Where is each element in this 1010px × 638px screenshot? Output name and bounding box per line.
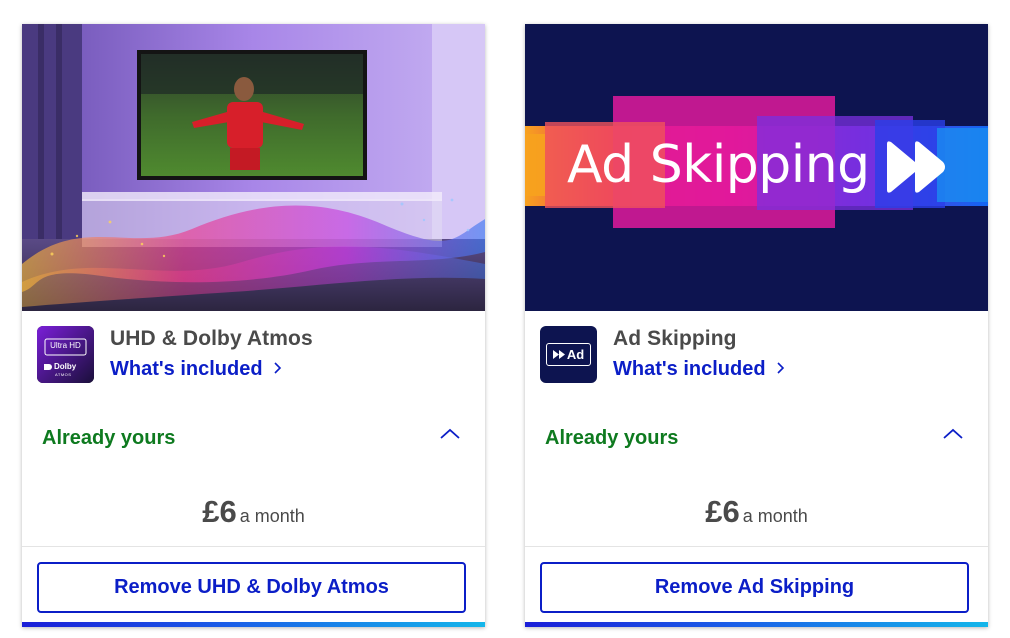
product-title: Ad Skipping (613, 327, 737, 350)
price-period: a month (742, 506, 808, 526)
status-label: Already yours (545, 427, 679, 449)
fast-forward-icon (883, 140, 949, 194)
collapse-toggle[interactable] (437, 424, 463, 448)
tile-atmos-text: ATMOS (55, 372, 72, 377)
price-amount: £6 (705, 494, 740, 529)
tile-dolby-text: Dolby (54, 362, 77, 371)
status-label: Already yours (42, 427, 176, 449)
chevron-up-icon (439, 427, 461, 445)
remove-ad-skipping-button[interactable]: Remove Ad Skipping (540, 562, 969, 613)
chevron-right-icon (273, 358, 282, 381)
price-amount: £6 (202, 494, 237, 529)
tile-ad-text: Ad (566, 347, 585, 362)
price-period: a month (239, 506, 305, 526)
product-card-ad-skipping: Ad Skipping Ad Ad Skipping What's includ… (525, 24, 988, 627)
price: £6 a month (525, 494, 988, 530)
collapse-toggle[interactable] (940, 424, 966, 448)
product-card-uhd: Ultra HD Dolby ATMOS UHD & Dolby Atmos W… (22, 24, 485, 627)
product-title: UHD & Dolby Atmos (110, 327, 313, 350)
tile-ultra-hd-text: Ultra HD (50, 341, 81, 350)
ad-skipping-hero-image: Ad Skipping (525, 24, 988, 311)
whats-included-link[interactable]: What's included (110, 358, 282, 381)
accent-bar (22, 622, 485, 627)
accent-bar (525, 622, 988, 627)
divider (22, 546, 485, 547)
uhd-hero-image (22, 24, 485, 311)
dolby-icon: Dolby (44, 362, 76, 371)
chevron-up-icon (942, 427, 964, 445)
tile-badge: Ad (546, 343, 591, 366)
hero-ad-skipping-text: Ad Skipping (567, 135, 870, 195)
ad-skipping-tile: Ad (540, 326, 597, 383)
remove-uhd-button[interactable]: Remove UHD & Dolby Atmos (37, 562, 466, 613)
whats-included-label: What's included (110, 358, 263, 380)
whats-included-link[interactable]: What's included (613, 358, 785, 381)
price: £6 a month (22, 494, 485, 530)
uhd-dolby-tile: Ultra HD Dolby ATMOS (37, 326, 94, 383)
whats-included-label: What's included (613, 358, 766, 380)
divider (525, 546, 988, 547)
fast-forward-icon (552, 346, 565, 364)
chevron-right-icon (776, 358, 785, 381)
